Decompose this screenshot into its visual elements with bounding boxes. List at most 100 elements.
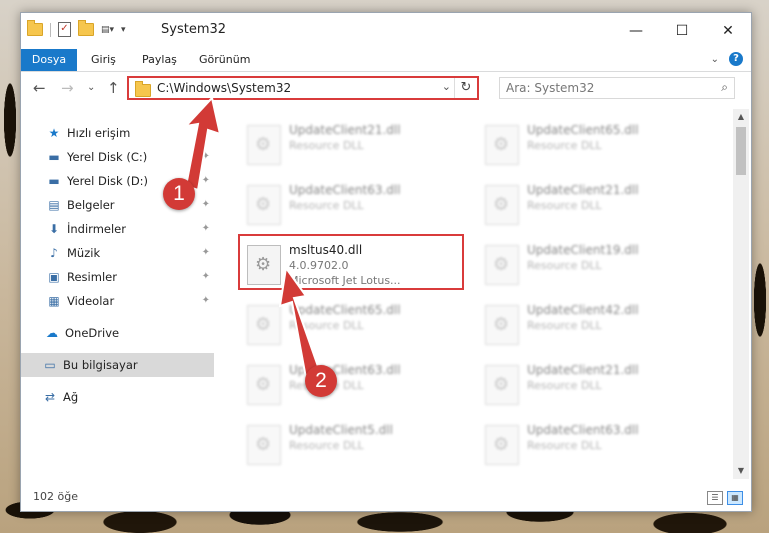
sidebar-item-label: OneDrive: [65, 326, 120, 340]
forward-icon[interactable]: →: [61, 79, 74, 97]
ribbon-tabs: Dosya Giriş Paylaş Görünüm ⌄ ?: [21, 49, 751, 72]
sidebar-item-label: Videolar: [67, 294, 115, 308]
file-description: Resource DLL: [527, 319, 602, 332]
expand-ribbon-icon[interactable]: ⌄: [711, 54, 719, 65]
network-icon: ⇄: [44, 390, 56, 404]
video-icon: ▦: [48, 294, 60, 308]
sidebar-item-label: Resimler: [67, 270, 117, 284]
file-description: Resource DLL: [289, 139, 364, 152]
music-icon: ♪: [50, 246, 58, 260]
pin-icon[interactable]: ✦: [202, 193, 210, 217]
sidebar-item-label: Yerel Disk (C:): [67, 150, 148, 164]
sidebar-item[interactable]: ★ Hızlı erişim: [21, 121, 214, 145]
highlight-box: [238, 234, 464, 290]
sidebar-item[interactable]: ☁ OneDrive: [21, 321, 214, 345]
dll-file-icon: [485, 425, 519, 465]
file-name: UpdateClient21.dll: [527, 363, 639, 377]
scroll-up-icon[interactable]: ▲: [733, 109, 749, 125]
dll-file-icon: [485, 125, 519, 165]
search-input[interactable]: Ara: System32 ⌕: [499, 77, 735, 99]
file-description: Resource DLL: [527, 199, 602, 212]
window-controls: — ☐ ✕: [613, 13, 751, 49]
sidebar-item[interactable]: ⬇ İndirmeler ✦: [21, 217, 214, 241]
file-name: UpdateClient65.dll: [527, 123, 639, 137]
status-bar: 102 öğe ☰ ▦: [21, 485, 751, 511]
dll-file-icon: [485, 245, 519, 285]
pin-icon[interactable]: ✦: [202, 145, 210, 169]
up-icon[interactable]: ↑: [107, 79, 120, 97]
explorer-window: ✓ ▤▾ ▾ System32 — ☐ ✕ Dosya Giriş Paylaş…: [20, 12, 752, 512]
address-path[interactable]: C:\Windows\System32: [157, 81, 291, 95]
minimize-button[interactable]: —: [613, 13, 659, 49]
tab-view[interactable]: Görünüm: [199, 49, 250, 71]
window-title: System32: [161, 22, 227, 37]
new-folder-icon[interactable]: [78, 20, 94, 36]
vertical-scrollbar[interactable]: ▲ ▼: [733, 109, 749, 479]
pin-icon[interactable]: ✦: [202, 289, 210, 313]
tab-file[interactable]: Dosya: [21, 49, 77, 71]
sidebar-item[interactable]: ▭ Bu bilgisayar: [21, 353, 214, 377]
file-tile[interactable]: UpdateClient19.dll Resource DLL: [481, 237, 701, 293]
sidebar-item[interactable]: ♪ Müzik ✦: [21, 241, 214, 265]
pin-icon[interactable]: ✦: [202, 265, 210, 289]
refresh-icon[interactable]: ↻: [454, 78, 477, 98]
quick-access-toolbar: ✓ ▤▾ ▾: [27, 20, 126, 37]
search-icon[interactable]: ⌕: [721, 80, 728, 95]
details-view-icon[interactable]: ☰: [707, 491, 723, 505]
file-tile[interactable]: UpdateClient63.dll Resource DLL: [481, 417, 701, 473]
pin-icon[interactable]: ✦: [202, 217, 210, 241]
address-dropdown-icon[interactable]: ⌄: [442, 80, 451, 93]
file-name: UpdateClient42.dll: [527, 303, 639, 317]
file-tile[interactable]: UpdateClient42.dll Resource DLL: [481, 297, 701, 353]
title-bar: ✓ ▤▾ ▾ System32 — ☐ ✕: [21, 13, 751, 49]
toolbar-divider: [50, 22, 51, 37]
file-tile[interactable]: UpdateClient21.dll Resource DLL: [481, 177, 701, 233]
file-tile[interactable]: UpdateClient63.dllResource DLL: [243, 177, 463, 233]
file-tile[interactable]: UpdateClient5.dll Resource DLL: [243, 417, 463, 473]
sidebar-item[interactable]: ▣ Resimler ✦: [21, 265, 214, 289]
file-tile[interactable]: UpdateClient21.dll Resource DLL: [481, 357, 701, 413]
file-tile-msltus40[interactable]: msltus40.dll4.0.9702.0Microsoft Jet Lotu…: [238, 234, 464, 293]
sidebar-item[interactable]: ▦ Videolar ✦: [21, 289, 214, 313]
sidebar-item[interactable]: ⇄ Ağ: [21, 385, 214, 409]
customize-toolbar-icon[interactable]: ▤▾: [101, 25, 114, 35]
item-count: 102 öğe: [33, 490, 78, 503]
sidebar-item-label: Bu bilgisayar: [63, 358, 138, 372]
sidebar-item-label: Belgeler: [67, 198, 115, 212]
pin-icon[interactable]: ✦: [202, 169, 210, 193]
scroll-down-icon[interactable]: ▼: [733, 463, 749, 479]
maximize-button[interactable]: ☐: [659, 13, 705, 49]
file-description: Resource DLL: [527, 439, 602, 452]
search-placeholder: Ara: System32: [506, 81, 595, 95]
file-tile[interactable]: UpdateClient65.dll Resource DLL: [481, 117, 701, 173]
file-description: Resource DLL: [289, 319, 364, 332]
file-name: UpdateClient65.dll: [289, 303, 401, 317]
folder-icon: [135, 81, 151, 97]
properties-icon[interactable]: ✓: [58, 22, 71, 37]
recent-locations-icon[interactable]: ⌄: [87, 82, 95, 93]
qat-dropdown-icon[interactable]: ▾: [121, 25, 126, 35]
tab-home[interactable]: Giriş: [91, 49, 116, 71]
drive-icon: ▬: [48, 174, 60, 188]
file-tile[interactable]: UpdateClient21.dll Resource DLL: [243, 117, 463, 173]
file-tile[interactable]: UpdateClient63.dllResource DLL: [243, 357, 463, 413]
back-icon[interactable]: ←: [33, 79, 46, 97]
folder-icon: [27, 20, 43, 36]
help-icon[interactable]: ?: [729, 52, 743, 66]
dll-file-icon: [485, 185, 519, 225]
dll-file-icon: [485, 365, 519, 405]
dll-file-icon: [247, 365, 281, 405]
scroll-thumb[interactable]: [736, 127, 746, 175]
file-description: Resource DLL: [527, 259, 602, 272]
address-bar[interactable]: C:\Windows\System32 ⌄ ↻: [127, 76, 479, 100]
file-name: UpdateClient19.dll: [527, 243, 639, 257]
file-name: UpdateClient63.dll: [527, 423, 639, 437]
tiles-view-icon[interactable]: ▦: [727, 491, 743, 505]
tab-share[interactable]: Paylaş: [142, 49, 177, 71]
file-tile[interactable]: UpdateClient65.dll Resource DLL: [243, 297, 463, 353]
close-button[interactable]: ✕: [705, 13, 751, 49]
view-switcher: ☰ ▦: [707, 491, 743, 505]
star-icon: ★: [48, 126, 60, 140]
sidebar-item[interactable]: ▬ Yerel Disk (C:) ✦: [21, 145, 214, 169]
pin-icon[interactable]: ✦: [202, 241, 210, 265]
